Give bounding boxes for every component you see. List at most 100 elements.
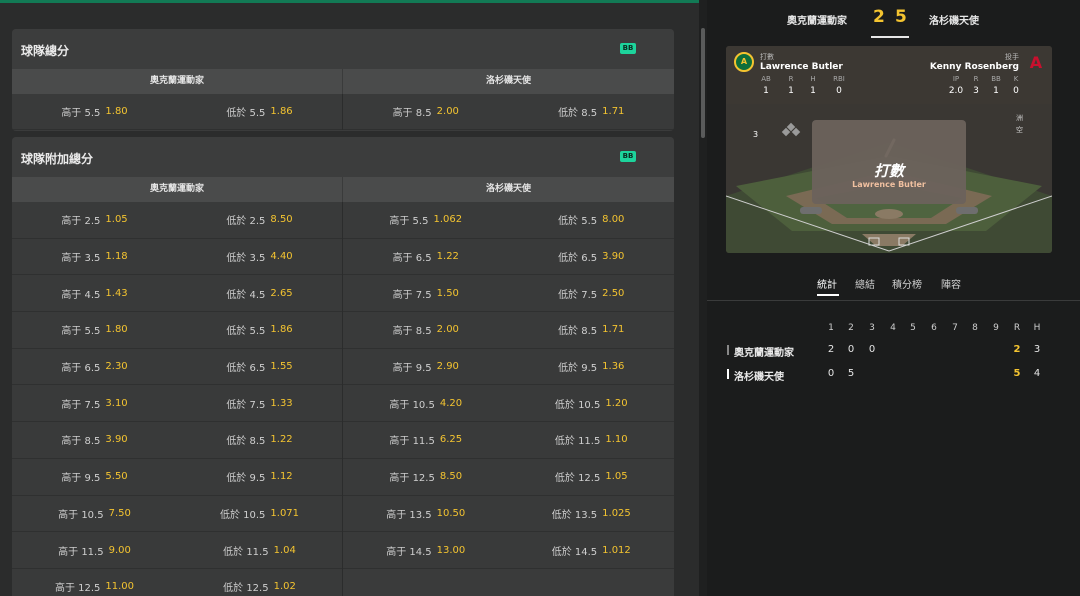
- tab-standings[interactable]: 積分榜: [892, 276, 922, 291]
- odds-cell[interactable]: 低於 9.5 1.36: [509, 349, 675, 385]
- odds-cell[interactable]: 高于 6.5 2.30: [12, 349, 177, 385]
- odds-cell[interactable]: 低於 6.5 1.55: [177, 349, 342, 385]
- team-header-row: 奧克蘭運動家 洛杉磯天使: [12, 177, 674, 202]
- odds-cell[interactable]: 低於 4.5 2.65: [177, 275, 342, 311]
- odds-column: 高于 2.5 1.05 低於 2.5 8.50 高于 3.5 1.18 低於 3.5 4.40…: [12, 202, 343, 596]
- odds-line-label: 高于 8.5: [392, 326, 432, 338]
- odds-cell[interactable]: 低於 14.5 1.012: [509, 532, 675, 568]
- odds-cell[interactable]: 低於 2.5 8.50: [177, 202, 342, 238]
- team-extra-total-header[interactable]: 球隊附加總分 BB: [12, 137, 674, 177]
- inning-header: 1: [828, 323, 834, 333]
- odds-cell[interactable]: 高于 12.5 11.00: [12, 569, 177, 596]
- odds-cell[interactable]: 低於 10.5 1.071: [177, 496, 342, 532]
- odds-cell[interactable]: 低於 8.5 1.22: [177, 422, 342, 458]
- odds-row: 高于 11.5 6.25 低於 11.5 1.10: [343, 422, 674, 459]
- odds-cell[interactable]: 低於 8.5 1.71: [509, 94, 675, 129]
- odds-line-label: 高于 11.5: [389, 436, 435, 448]
- inning-score: 2: [827, 344, 835, 355]
- batter-stat-label: H: [810, 75, 816, 83]
- inning-header: 9: [993, 323, 999, 333]
- odds-cell[interactable]: 低於 11.5 1.10: [509, 422, 675, 458]
- odds-line-label: 高于 5.5: [389, 216, 429, 228]
- odds-line-label: 低於 9.5: [226, 473, 266, 485]
- odds-cell[interactable]: 高于 3.5 1.18: [12, 239, 177, 275]
- odds-column: 高于 8.5 2.00 低於 8.5 1.71: [343, 94, 674, 130]
- odds-value: 1.33: [270, 397, 293, 409]
- odds-cell[interactable]: 低於 12.5 1.05: [509, 459, 675, 495]
- right-label-bottom: 空: [1016, 126, 1023, 134]
- odds-cell[interactable]: 高于 7.5 3.10: [12, 385, 177, 421]
- team-total-header[interactable]: 球隊總分 BB: [12, 29, 674, 69]
- odds-line-label: 高于 11.5: [58, 546, 104, 558]
- odds-value: 2.00: [436, 324, 459, 336]
- odds-cell[interactable]: 高于 7.5 1.50: [343, 275, 509, 311]
- tab-summary[interactable]: 總結: [855, 276, 875, 291]
- odds-cell[interactable]: 低於 13.5 1.025: [509, 496, 675, 532]
- batter-stat-label: RBI: [833, 75, 845, 83]
- odds-panel: 球隊總分 BB 奧克蘭運動家 洛杉磯天使 高于 5.5 1.80 低於 5.5 1.8…: [0, 0, 699, 596]
- odds-cell[interactable]: 低於 7.5 1.33: [177, 385, 342, 421]
- odds-line-label: 高于 10.5: [389, 399, 435, 411]
- odds-cell[interactable]: 高于 13.5 10.50: [343, 496, 509, 532]
- odds-cell[interactable]: 高于 9.5 2.90: [343, 349, 509, 385]
- odds-cell[interactable]: 高于 5.5 1.062: [343, 202, 509, 238]
- odds-cell[interactable]: 高于 14.5 13.00: [343, 532, 509, 568]
- odds-cell[interactable]: 高于 9.5 5.50: [12, 459, 177, 495]
- odds-line-label: 低於 6.5: [558, 253, 598, 265]
- odds-cell[interactable]: 高于 8.5 2.00: [343, 94, 509, 129]
- scrollbar-thumb[interactable]: [701, 28, 705, 138]
- odds-cell[interactable]: 低於 11.5 1.04: [177, 532, 342, 568]
- odds-value: 8.00: [602, 214, 625, 226]
- odds-cell[interactable]: 低於 6.5 3.90: [509, 239, 675, 275]
- odds-line-label: 低於 7.5: [226, 399, 266, 411]
- odds-line-label: 低於 13.5: [551, 509, 598, 521]
- odds-row: 高于 8.5 2.00 低於 8.5 1.71: [343, 312, 674, 349]
- odds-cell[interactable]: 高于 8.5 3.90: [12, 422, 177, 458]
- odds-value: 3.90: [602, 251, 625, 263]
- pitcher-stat-value: 0: [1013, 86, 1019, 96]
- odds-cell[interactable]: 高于 11.5 9.00: [12, 532, 177, 568]
- odds-cell[interactable]: 低於 5.5 8.00: [509, 202, 675, 238]
- odds-row: 高于 5.5 1.80 低於 5.5 1.86: [12, 312, 342, 349]
- odds-cell[interactable]: 高于 4.5 1.43: [12, 275, 177, 311]
- odds-cell[interactable]: 高于 10.5 7.50: [12, 496, 177, 532]
- odds-line-label: 低於 5.5: [558, 216, 598, 228]
- odds-cell[interactable]: 低於 5.5 1.86: [177, 94, 342, 129]
- active-tab-underline: [817, 294, 839, 296]
- odds-cell[interactable]: 低於 9.5 1.12: [177, 459, 342, 495]
- batter-stat-value: 1: [788, 86, 794, 96]
- odds-cell[interactable]: 低於 5.5 1.86: [177, 312, 342, 348]
- odds-cell[interactable]: 低於 8.5 1.71: [509, 312, 675, 348]
- odds-cell[interactable]: 低於 12.5 1.02: [177, 569, 342, 596]
- odds-cell[interactable]: 高于 5.5 1.80: [12, 94, 177, 129]
- inning-header: 4: [890, 323, 896, 333]
- box-team-name: 洛杉磯天使: [734, 372, 784, 383]
- odds-row: 高于 12.5 8.50 低於 12.5 1.05: [343, 458, 675, 496]
- odds-cell[interactable]: 高于 5.5 1.80: [12, 312, 177, 348]
- odds-line-label: 高于 9.5: [392, 363, 432, 375]
- odds-cell[interactable]: 低於 3.5 4.40: [177, 239, 342, 275]
- odds-cell[interactable]: 高于 10.5 4.20: [343, 385, 509, 421]
- odds-row: 高于 6.5 1.22 低於 6.5 3.90: [343, 238, 675, 276]
- odds-cell[interactable]: 高于 2.5 1.05: [12, 202, 177, 238]
- odds-value: 4.40: [270, 251, 293, 263]
- odds-row: 高于 9.5 5.50 低於 9.5 1.12: [12, 458, 342, 496]
- tab-lineup[interactable]: 陣容: [941, 276, 961, 291]
- inning-header: 5: [910, 323, 916, 333]
- match-tabs: 統計 總結 積分榜 陣容: [707, 272, 1080, 302]
- odds-line-label: 高于 8.5: [392, 108, 432, 119]
- odds-value: 1.12: [270, 471, 293, 483]
- tab-stats[interactable]: 統計: [817, 276, 837, 291]
- odds-line-label: 低於 12.5: [554, 473, 601, 485]
- odds-cell[interactable]: 高于 11.5 6.25: [343, 422, 509, 458]
- score-underline: [871, 36, 909, 38]
- odds-cell[interactable]: 低於 7.5 2.50: [509, 275, 675, 311]
- odds-cell[interactable]: 高于 6.5 1.22: [343, 239, 509, 275]
- odds-cell[interactable]: 高于 12.5 8.50: [343, 459, 509, 495]
- odds-value: 1.025: [602, 507, 631, 519]
- odds-row: 高于 7.5 3.10 低於 7.5 1.33: [12, 385, 342, 423]
- odds-cell[interactable]: 高于 8.5 2.00: [343, 312, 509, 348]
- inning-score: 0: [827, 368, 835, 379]
- odds-column: 高于 5.5 1.80 低於 5.5 1.86: [12, 94, 343, 130]
- odds-cell[interactable]: 低於 10.5 1.20: [509, 385, 675, 421]
